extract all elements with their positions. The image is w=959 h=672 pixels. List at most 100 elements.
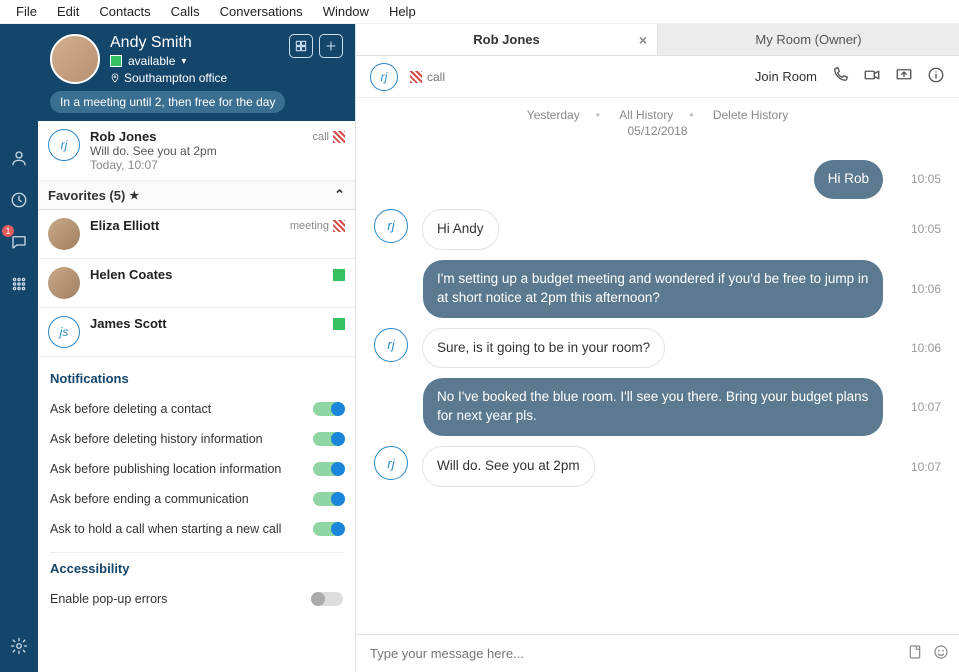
message-input[interactable] xyxy=(366,642,907,665)
date-label: 05/12/2018 xyxy=(356,124,959,144)
status-note[interactable]: In a meeting until 2, then free for the … xyxy=(50,91,285,113)
message-list: 10:05Hi Rob10:05rjHi Andy10:0510:06I'm s… xyxy=(356,144,959,634)
message-bubble: Hi Andy xyxy=(422,209,499,250)
message-time: 10:06 xyxy=(895,282,941,296)
menu-contacts[interactable]: Contacts xyxy=(89,2,160,21)
toggle-switch[interactable] xyxy=(313,402,343,416)
attach-icon[interactable] xyxy=(907,644,923,663)
message-row: 10:06rjSure, is it going to be in your r… xyxy=(374,328,941,369)
message-row: 10:07 No I've booked the blue room. I'll … xyxy=(374,378,941,436)
contact-avatar xyxy=(48,218,80,250)
chevron-up-icon: ⌃ xyxy=(334,187,345,203)
chat-area: Rob Jones× My Room (Owner) rj call Join R… xyxy=(356,24,959,672)
presence-indicator xyxy=(110,55,122,67)
toggle-switch[interactable] xyxy=(313,462,343,476)
menu-edit[interactable]: Edit xyxy=(47,2,89,21)
history-yesterday-link[interactable]: Yesterday xyxy=(519,108,588,122)
menu-window[interactable]: Window xyxy=(313,2,379,21)
setting-label: Ask before ending a communication xyxy=(50,492,249,506)
chat-toolbar: rj call Join Room xyxy=(356,56,959,98)
favorite-item[interactable]: Eliza Elliott meeting xyxy=(38,210,355,259)
setting-label: Ask before deleting a contact xyxy=(50,402,211,416)
toggle-switch[interactable] xyxy=(313,592,343,606)
status-label: meeting xyxy=(290,220,329,232)
message-avatar: rj xyxy=(374,328,408,362)
menu-help[interactable]: Help xyxy=(379,2,426,21)
contacts-icon[interactable] xyxy=(5,144,33,172)
presence-label: available xyxy=(128,54,175,68)
tab-label: My Room (Owner) xyxy=(755,32,861,47)
contacts-list: rj Rob Jones call Will do. See you at 2p… xyxy=(38,121,355,672)
info-icon[interactable] xyxy=(927,66,945,87)
message-row: 10:06I'm setting up a budget meeting and… xyxy=(374,260,941,318)
side-panel: Andy Smith available ▾ Southampton offic… xyxy=(38,24,356,672)
message-bubble: Sure, is it going to be in your room? xyxy=(422,328,665,369)
profile-block: Andy Smith available ▾ Southampton offic… xyxy=(38,24,355,121)
tab[interactable]: My Room (Owner) xyxy=(657,24,959,55)
chat-icon[interactable]: 1 xyxy=(5,228,33,256)
join-room-button[interactable]: Join Room xyxy=(755,69,817,84)
menu-bar: FileEditContactsCallsConversationsWindow… xyxy=(0,0,959,24)
add-icon[interactable] xyxy=(319,34,343,58)
message-bubble: No I've booked the blue room. I'll see y… xyxy=(423,378,883,436)
favorite-item[interactable]: Helen Coates xyxy=(38,259,355,308)
setting-row: Enable pop-up errors xyxy=(50,584,343,614)
setting-label: Ask to hold a call when starting a new c… xyxy=(50,522,281,536)
toggle-switch[interactable] xyxy=(313,522,343,536)
setting-label: Ask before deleting history information xyxy=(50,432,263,446)
message-avatar: rj xyxy=(374,446,408,480)
user-name: Andy Smith xyxy=(110,34,289,52)
recent-conversation[interactable]: rj Rob Jones call Will do. See you at 2p… xyxy=(38,121,355,181)
dialpad-icon[interactable] xyxy=(5,270,33,298)
contact-avatar xyxy=(48,267,80,299)
call-history-icon[interactable] xyxy=(5,186,33,214)
video-call-icon[interactable] xyxy=(863,66,881,87)
chat-badge: 1 xyxy=(1,224,15,238)
settings-icon[interactable] xyxy=(5,632,33,660)
favorites-header[interactable]: Favorites (5) ★ ⌃ xyxy=(38,181,355,210)
menu-file[interactable]: File xyxy=(6,2,47,21)
setting-row: Ask before ending a communication xyxy=(50,484,343,514)
setting-row: Ask to hold a call when starting a new c… xyxy=(50,514,343,544)
emoji-icon[interactable] xyxy=(933,644,949,663)
status-hatch-icon xyxy=(333,220,345,232)
contact-avatar: js xyxy=(48,316,80,348)
status-available-icon xyxy=(333,318,345,330)
share-screen-icon[interactable] xyxy=(895,66,913,87)
message-bubble: Will do. See you at 2pm xyxy=(422,446,595,487)
setting-label: Enable pop-up errors xyxy=(50,592,167,606)
audio-call-icon[interactable] xyxy=(831,66,849,87)
favorite-item[interactable]: jsJames Scott xyxy=(38,308,355,357)
menu-calls[interactable]: Calls xyxy=(161,2,210,21)
contact-name: Rob Jones xyxy=(90,129,156,144)
contact-name: Eliza Elliott xyxy=(90,218,159,233)
presence-selector[interactable]: available ▾ xyxy=(110,54,289,68)
notifications-header: Notifications xyxy=(50,371,343,386)
call-status-label: call xyxy=(427,70,445,84)
history-all-link[interactable]: All History xyxy=(611,108,681,122)
setting-row: Ask before publishing location informati… xyxy=(50,454,343,484)
history-bar: Yesterday All History Delete History xyxy=(356,98,959,124)
status-hatch-icon xyxy=(333,131,345,143)
accessibility-header: Accessibility xyxy=(50,561,343,576)
toggle-switch[interactable] xyxy=(313,432,343,446)
setting-row: Ask before deleting a contact xyxy=(50,394,343,424)
menu-conversations[interactable]: Conversations xyxy=(210,2,313,21)
grid-icon[interactable] xyxy=(289,34,313,58)
message-time: 10:05 xyxy=(899,222,941,236)
message-row: 10:07rjWill do. See you at 2pm10:07 xyxy=(374,446,941,487)
call-status-icon xyxy=(410,71,422,83)
message-composer xyxy=(356,634,959,672)
tab[interactable]: Rob Jones× xyxy=(356,24,657,55)
user-avatar[interactable] xyxy=(50,34,100,84)
chat-peer-avatar: rj xyxy=(370,63,398,91)
contact-name: Helen Coates xyxy=(90,267,172,282)
setting-label: Ask before publishing location informati… xyxy=(50,462,281,476)
nav-rail: 1 xyxy=(0,24,38,672)
history-delete-link[interactable]: Delete History xyxy=(705,108,796,122)
message-bubble: Hi Rob xyxy=(814,160,883,199)
status-available-icon xyxy=(333,269,345,281)
toggle-switch[interactable] xyxy=(313,492,343,506)
close-icon[interactable]: × xyxy=(639,32,647,48)
message-time: 10:07 xyxy=(895,400,941,414)
